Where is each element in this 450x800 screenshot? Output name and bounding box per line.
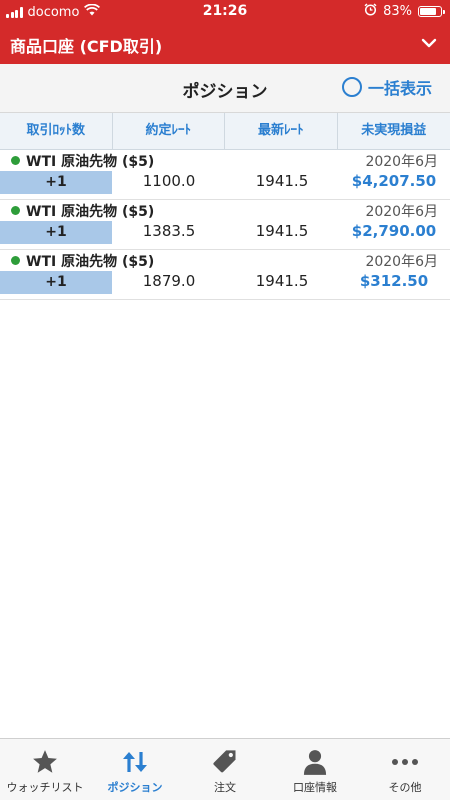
contract-rate: 1879.0 <box>142 272 196 290</box>
battery-icon <box>418 6 445 17</box>
chevron-down-icon[interactable] <box>420 34 438 56</box>
status-dot-icon <box>11 156 20 165</box>
tab-watchlist[interactable]: ウォッチリスト <box>0 739 90 800</box>
latest-rate: 1941.5 <box>255 272 309 290</box>
column-header-contract-rate: 約定ﾚｰﾄ <box>113 113 225 149</box>
account-title: 商品口座 (CFD取引) <box>10 37 163 56</box>
status-dot-icon <box>11 206 20 215</box>
tab-account-info[interactable]: 口座情報 <box>270 739 360 800</box>
column-header-unrealized-pl: 未実現損益 <box>361 123 427 138</box>
column-header-lots: 取引ﾛｯﾄ数 <box>0 113 113 149</box>
position-month: 2020年6月 <box>365 254 438 270</box>
radio-icon[interactable] <box>341 77 362 97</box>
battery-percent: 83% <box>383 4 412 19</box>
position-name: WTI 原油先物 ($5) <box>26 254 155 270</box>
position-name: WTI 原油先物 ($5) <box>26 154 155 170</box>
position-list: WTI 原油先物 ($5) 2020年6月 +1 1100.0 1941.5 $… <box>0 150 450 300</box>
position-month: 2020年6月 <box>365 204 438 220</box>
person-icon <box>270 745 360 779</box>
position-qty: +1 <box>0 271 112 294</box>
column-header-latest-rate: 最新ﾚｰﾄ <box>225 113 338 149</box>
column-headers: 取引ﾛｯﾄ数 約定ﾚｰﾄ 最新ﾚｰﾄ 未実現損益 <box>0 113 450 150</box>
tab-positions[interactable]: ポジション <box>90 739 180 800</box>
unrealized-pl: $4,207.50 <box>351 172 437 190</box>
unrealized-pl: $2,790.00 <box>351 222 437 240</box>
unrealized-pl: $312.50 <box>359 272 429 290</box>
tab-label: 口座情報 <box>293 781 337 794</box>
position-month: 2020年6月 <box>365 154 438 170</box>
tab-label: ウォッチリスト <box>6 781 84 794</box>
position-qty: +1 <box>0 221 112 244</box>
star-icon <box>0 745 90 779</box>
tab-label: 注文 <box>214 781 236 794</box>
tab-bar: ウォッチリスト ポジション 注文 口座情報 その他 <box>0 738 450 800</box>
latest-rate: 1941.5 <box>255 172 309 190</box>
latest-rate: 1941.5 <box>255 222 309 240</box>
tag-icon <box>180 745 270 779</box>
more-icon <box>360 745 450 779</box>
position-qty: +1 <box>0 171 112 194</box>
position-row[interactable]: WTI 原油先物 ($5) 2020年6月 +1 1100.0 1941.5 $… <box>0 150 450 200</box>
account-selector[interactable]: 商品口座 (CFD取引) <box>0 24 450 64</box>
tab-label: その他 <box>388 781 422 794</box>
battery-level-fill <box>420 8 436 15</box>
tab-order[interactable]: 注文 <box>180 739 270 800</box>
position-row[interactable]: WTI 原油先物 ($5) 2020年6月 +1 1879.0 1941.5 $… <box>0 250 450 300</box>
status-dot-icon <box>11 256 20 265</box>
status-right: 83% <box>364 3 445 20</box>
tab-more[interactable]: その他 <box>360 739 450 800</box>
status-bar: docomo 21:26 83% <box>0 0 450 24</box>
position-row[interactable]: WTI 原油先物 ($5) 2020年6月 +1 1383.5 1941.5 $… <box>0 200 450 250</box>
nav-bar: ポジション 一括表示 <box>0 64 450 113</box>
bulk-display-toggle[interactable]: 一括表示 <box>341 75 432 99</box>
arrows-updown-icon <box>90 745 180 779</box>
position-name: WTI 原油先物 ($5) <box>26 204 155 220</box>
contract-rate: 1383.5 <box>142 222 196 240</box>
tab-label: ポジション <box>107 781 163 794</box>
bulk-display-label: 一括表示 <box>367 79 432 98</box>
alarm-icon <box>364 3 377 20</box>
contract-rate: 1100.0 <box>142 172 196 190</box>
